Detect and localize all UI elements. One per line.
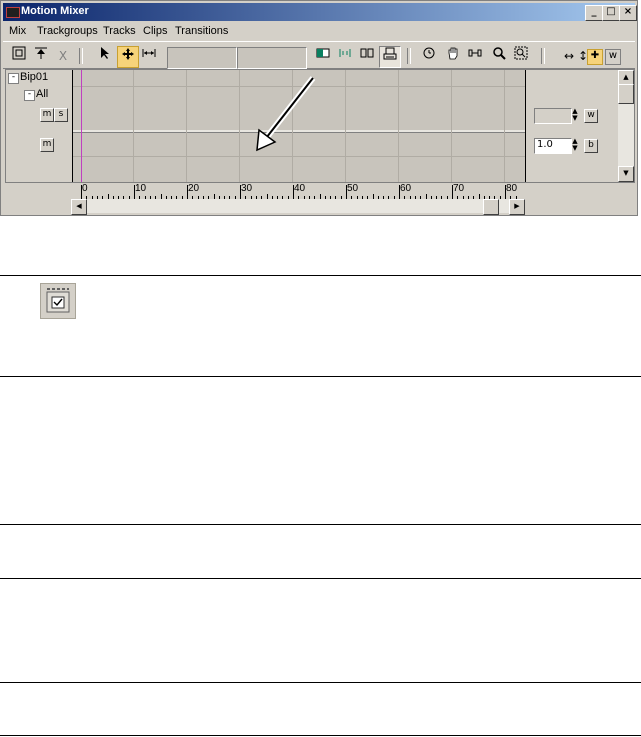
window-title: Motion Mixer — [21, 5, 89, 17]
timeline-grid[interactable] — [72, 70, 526, 182]
clip-start-field[interactable] — [167, 47, 237, 69]
all-expander[interactable]: - — [24, 90, 35, 101]
toolbar-separator — [407, 48, 411, 64]
grid-line — [186, 70, 187, 182]
ruler-label: 10 — [135, 183, 147, 194]
balance-button[interactable]: b — [584, 139, 598, 153]
select-arrow-icon[interactable] — [95, 46, 115, 66]
ruler-label: 70 — [453, 183, 465, 194]
menu-trackgroups[interactable]: Trackgroups — [37, 25, 98, 37]
weight-spinner[interactable]: ▲ ▼ — [570, 108, 580, 122]
mute-button[interactable]: m — [40, 108, 54, 122]
table-rule — [0, 524, 641, 525]
hscroll-thumb[interactable] — [483, 199, 499, 215]
ruler-tick — [346, 185, 347, 199]
ruler-label: 80 — [506, 183, 518, 194]
ruler-tick — [293, 185, 294, 199]
frame-icon[interactable] — [335, 46, 355, 66]
scroll-thumb[interactable] — [618, 84, 634, 104]
scroll-down-button[interactable]: ▼ — [618, 166, 634, 182]
ruler-tick — [81, 185, 82, 199]
table-rule — [0, 682, 641, 683]
time-ruler[interactable]: 0 10 20 30 40 50 60 70 80 — [71, 183, 525, 199]
vertical-scrollbar[interactable]: ▲ ▼ — [618, 70, 634, 182]
snap-icon[interactable] — [379, 46, 401, 68]
mute-button-2[interactable]: m — [40, 138, 54, 152]
table-rule — [0, 275, 641, 276]
grid-line — [73, 156, 525, 157]
grid-line — [504, 70, 505, 182]
toolbar-separator — [541, 48, 545, 64]
toolbar-separator — [79, 48, 83, 64]
title-bar[interactable]: Motion Mixer _ □ × — [3, 3, 637, 21]
ruler-tick — [240, 185, 241, 199]
mixer-settings-icon[interactable] — [9, 46, 29, 66]
all-label[interactable]: All — [36, 88, 48, 100]
ruler-tick — [399, 185, 400, 199]
grid-line — [345, 70, 346, 182]
ruler-label: 60 — [400, 183, 412, 194]
menu-transitions[interactable]: Transitions — [175, 25, 228, 37]
track-view: - Bip01 - All m s m ▲ ▼ w 1.0 ▲ ▼ b ▲ ▼ — [5, 69, 635, 183]
ruler-label: 20 — [188, 183, 200, 194]
weight-curve-button[interactable]: w — [584, 109, 598, 123]
slide-icon[interactable] — [139, 46, 159, 66]
scroll-right-button[interactable]: ▶ — [509, 199, 525, 215]
grid-line — [239, 70, 240, 182]
table-rule — [0, 578, 641, 579]
menu-tracks[interactable]: Tracks — [103, 25, 136, 37]
solo-button[interactable]: s — [54, 108, 68, 122]
time-icon[interactable] — [419, 46, 439, 66]
menu-clips[interactable]: Clips — [143, 25, 167, 37]
ruler-tick — [134, 185, 135, 199]
weight-field[interactable] — [534, 108, 572, 124]
app-icon — [6, 7, 20, 18]
track-headers: - Bip01 - All m s m — [6, 70, 72, 182]
zoom-region-icon[interactable] — [511, 46, 531, 66]
ruler-tick — [452, 185, 453, 199]
grid-line — [451, 70, 452, 182]
filter-icon[interactable]: ✚ — [587, 49, 603, 65]
table-rule — [0, 376, 641, 377]
clip-bounds-icon[interactable] — [313, 46, 333, 66]
table-rule — [0, 735, 641, 736]
ruler-tick — [505, 185, 506, 199]
horizontal-scrollbar[interactable]: ◀ ▶ — [71, 199, 525, 215]
time-cursor[interactable] — [81, 70, 82, 182]
trackgroup-weight-field[interactable]: 1.0 — [534, 138, 572, 154]
ruler-label: 50 — [347, 183, 359, 194]
close-button[interactable]: × — [619, 5, 637, 21]
grid-line — [133, 70, 134, 182]
ruler-label: 30 — [241, 183, 253, 194]
pan-hand-icon[interactable] — [443, 46, 463, 66]
maximize-button[interactable]: □ — [602, 5, 620, 21]
ruler-label: 0 — [82, 183, 88, 194]
mixer-clip-icon — [40, 283, 76, 319]
zoom-extents-icon[interactable] — [465, 46, 485, 66]
trackgroup-weight-spinner[interactable]: ▲ ▼ — [570, 138, 580, 152]
zoom-icon[interactable] — [489, 46, 509, 66]
scroll-left-button[interactable]: ◀ — [71, 199, 87, 215]
bip01-expander[interactable]: - — [8, 73, 19, 84]
loop-icon[interactable] — [357, 46, 377, 66]
move-icon[interactable] — [117, 46, 139, 68]
ruler-tick — [187, 185, 188, 199]
menu-mix[interactable]: Mix — [9, 25, 26, 37]
trackgroup-icon[interactable] — [31, 46, 51, 66]
grid-line — [398, 70, 399, 182]
ruler-label: 40 — [294, 183, 306, 194]
minimize-button[interactable]: _ — [585, 5, 603, 21]
toolbar: X ↔ ↕ ✚ w — [3, 41, 635, 69]
arrow-annotation — [256, 76, 316, 152]
clip-end-field[interactable] — [237, 47, 307, 69]
track-weights: ▲ ▼ w 1.0 ▲ ▼ b — [526, 70, 618, 182]
motion-mixer-window: Motion Mixer _ □ × Mix Trackgroups Track… — [0, 0, 638, 216]
menu-bar: Mix Trackgroups Tracks Clips Transitions — [3, 22, 635, 40]
weight-icon[interactable]: w — [605, 49, 621, 65]
delete-x-icon[interactable]: X — [53, 46, 73, 66]
bip01-label[interactable]: Bip01 — [20, 71, 48, 83]
